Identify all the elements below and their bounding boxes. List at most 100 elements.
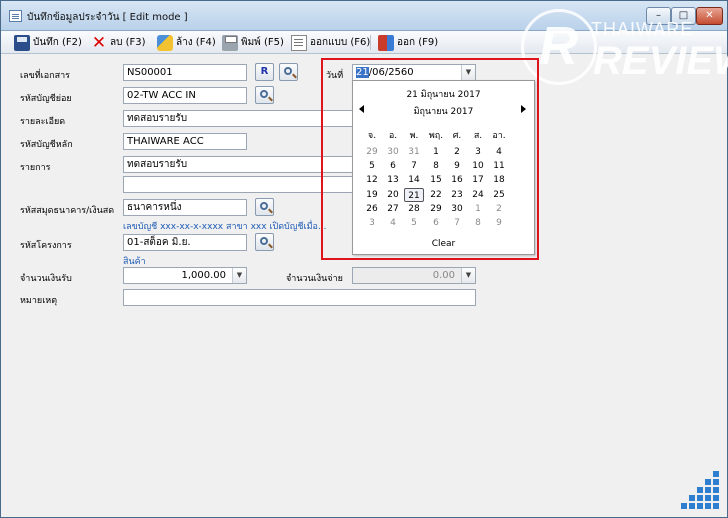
grip-square — [705, 487, 711, 493]
search-icon — [260, 237, 268, 245]
calendar-day[interactable]: 6 — [426, 216, 446, 230]
bank-input[interactable]: ธนาคารหนึ่ง — [123, 199, 247, 216]
grip-square — [713, 503, 719, 509]
sub-account-label: รหัสบัญชีย่อย — [20, 94, 72, 104]
bank-search-button[interactable] — [255, 198, 274, 216]
exit-button[interactable]: ออก (F9) — [378, 34, 438, 51]
calendar-day[interactable]: 13 — [383, 173, 403, 187]
clear-button[interactable]: ล้าง (F4) — [157, 34, 216, 51]
search-icon — [260, 202, 268, 210]
calendar-day[interactable]: 1 — [468, 202, 488, 216]
review-watermark: R THAIWARE REVIEW — [521, 9, 728, 95]
clear-label: ล้าง (F4) — [176, 37, 216, 48]
resize-grip-icon[interactable] — [681, 471, 721, 511]
calendar-day[interactable]: 30 — [383, 145, 403, 159]
calendar-weekday-header: พ. — [409, 131, 419, 141]
calendar-day[interactable]: 3 — [468, 145, 488, 159]
chevron-down-icon[interactable]: ▼ — [232, 268, 246, 283]
calendar-day[interactable]: 2 — [447, 145, 467, 159]
print-icon — [222, 34, 238, 51]
calendar-day[interactable]: 11 — [489, 159, 509, 173]
calendar-day[interactable]: 27 — [383, 202, 403, 216]
grip-square — [705, 503, 711, 509]
grip-square — [697, 503, 703, 509]
calendar-day[interactable]: 31 — [404, 145, 424, 159]
bank-info-link[interactable]: เลขบัญชี xxx-xx-x-xxxx สาขา xxx เปิดบัญช… — [123, 219, 327, 233]
sub-account-input[interactable]: 02-TW ACC IN — [123, 87, 247, 104]
calendar-weekday-header: พฤ. — [428, 131, 444, 141]
calendar-day[interactable]: 6 — [383, 159, 403, 173]
exit-icon — [378, 34, 394, 51]
calendar-day[interactable]: 14 — [404, 173, 424, 187]
project-info-link[interactable]: สินค้า — [123, 254, 146, 268]
main-account-label: รหัสบัญชีหลัก — [20, 140, 73, 150]
project-label: รหัสโครงการ — [20, 241, 72, 251]
print-button[interactable]: พิมพ์ (F5) — [222, 34, 284, 51]
calendar-day[interactable]: 17 — [468, 173, 488, 187]
calendar-day[interactable]: 18 — [489, 173, 509, 187]
delete-button[interactable]: ✕ ลบ (F3) — [91, 34, 146, 51]
grip-square — [689, 495, 695, 501]
income-value: 1,000.00 — [181, 270, 226, 281]
grip-square — [713, 487, 719, 493]
calendar-day[interactable]: 29 — [426, 202, 446, 216]
search-icon — [284, 67, 292, 75]
main-account-input[interactable]: THAIWARE ACC — [123, 133, 247, 150]
calendar-day[interactable]: 24 — [468, 188, 488, 202]
calendar-day[interactable]: 15 — [426, 173, 446, 187]
calendar-day[interactable]: 9 — [447, 159, 467, 173]
sub-account-search-button[interactable] — [255, 86, 274, 104]
calendar-day[interactable]: 21 — [404, 187, 424, 202]
calendar-day[interactable]: 9 — [489, 216, 509, 230]
calendar-day[interactable]: 8 — [468, 216, 488, 230]
calendar-day[interactable]: 28 — [404, 202, 424, 216]
toolbar-separator — [370, 35, 371, 50]
calendar-day[interactable]: 7 — [404, 159, 424, 173]
calendar-day[interactable]: 26 — [362, 202, 382, 216]
main-window: บันทึกข้อมูลประจำวัน [ Edit mode ] – □ ✕… — [0, 0, 728, 518]
calendar-next-month-icon[interactable] — [521, 105, 526, 113]
calendar-day[interactable]: 3 — [362, 216, 382, 230]
calendar-day[interactable]: 5 — [404, 216, 424, 230]
calendar-day[interactable]: 4 — [489, 145, 509, 159]
calendar-day[interactable]: 19 — [362, 188, 382, 202]
income-label: จำนวนเงินรับ — [20, 274, 72, 284]
calendar-weekday-header: ส. — [473, 131, 483, 141]
note-input[interactable] — [123, 289, 476, 306]
calendar-day[interactable]: 16 — [447, 173, 467, 187]
bank-label: รหัสสมุดธนาคาร/เงินสด — [20, 206, 115, 216]
calendar-day[interactable]: 23 — [447, 188, 467, 202]
calendar-day[interactable]: 7 — [447, 216, 467, 230]
calendar-weekday-header: จ. — [367, 131, 377, 141]
chevron-down-icon: ▼ — [461, 268, 475, 283]
doc-no-input[interactable]: NS00001 — [123, 64, 247, 81]
design-button[interactable]: ออกแบบ (F6) — [291, 34, 370, 51]
expense-value: 0.00 — [432, 270, 455, 281]
calendar-day[interactable]: 1 — [426, 145, 446, 159]
calendar-day[interactable]: 12 — [362, 173, 382, 187]
calendar-day[interactable]: 4 — [383, 216, 403, 230]
calendar-clear-button[interactable]: Clear — [353, 239, 534, 249]
r-button[interactable]: R — [255, 63, 274, 81]
income-input[interactable]: 1,000.00 ▼ — [123, 267, 247, 284]
project-search-button[interactable] — [255, 233, 274, 251]
design-icon — [291, 34, 307, 51]
calendar-day[interactable]: 29 — [362, 145, 382, 159]
save-button[interactable]: บันทึก (F2) — [14, 34, 82, 51]
calendar-day[interactable]: 10 — [468, 159, 488, 173]
window-title: บันทึกข้อมูลประจำวัน [ Edit mode ] — [27, 12, 188, 23]
item-label: รายการ — [20, 163, 51, 173]
calendar-day[interactable]: 8 — [426, 159, 446, 173]
calendar-day[interactable]: 30 — [447, 202, 467, 216]
doc-search-button[interactable] — [279, 63, 298, 81]
project-input[interactable]: 01-สต็อค มิ.ย. — [123, 234, 247, 251]
clear-icon — [157, 34, 173, 51]
app-icon — [9, 10, 22, 22]
calendar-day[interactable]: 2 — [489, 202, 509, 216]
grip-square — [697, 487, 703, 493]
calendar-day[interactable]: 5 — [362, 159, 382, 173]
calendar-selected-date: 21 มิถุนายน 2017 — [406, 90, 481, 100]
calendar-day[interactable]: 25 — [489, 188, 509, 202]
calendar-day[interactable]: 20 — [383, 188, 403, 202]
calendar-day[interactable]: 22 — [426, 188, 446, 202]
